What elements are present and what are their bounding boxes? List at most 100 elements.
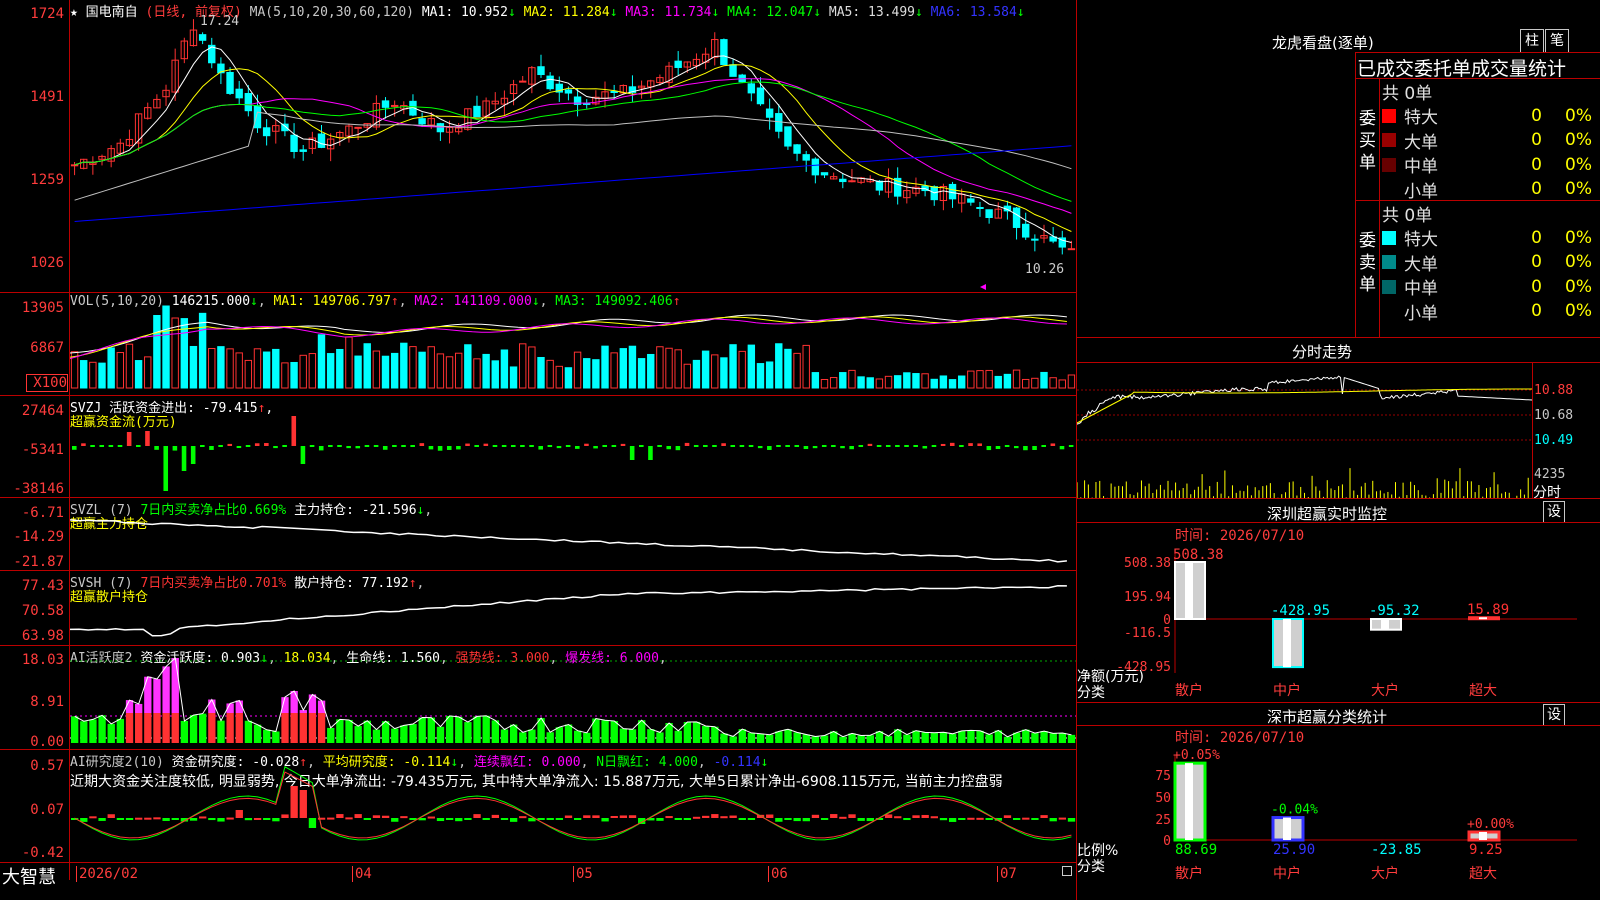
ma-line-6 (74, 145, 1072, 222)
research-bar (491, 814, 500, 818)
research-bar (738, 818, 746, 820)
classify-bottom-label: 9.25 (1469, 842, 1503, 858)
sell-row-name: 大单 (1404, 254, 1438, 275)
classify-settings-button[interactable]: 设 (1543, 704, 1565, 726)
research-bar (692, 816, 701, 819)
volume-bar (427, 346, 435, 389)
activity-bar (391, 728, 399, 743)
flow-bar (1050, 443, 1056, 446)
main-holding-chart[interactable] (70, 498, 1076, 570)
lock-icon[interactable] (1062, 866, 1072, 876)
activity-bar (766, 734, 774, 743)
candle-body (967, 198, 975, 203)
classify-xlabel: 分类 (1077, 859, 1105, 875)
activity-bar (409, 723, 417, 743)
ai-research-chart[interactable] (70, 750, 1076, 862)
activity-bar (473, 716, 481, 743)
classify-category-label: 散户 (1175, 865, 1203, 882)
flow-dash (401, 445, 406, 447)
dragon-subtitle: 已成交委托单成交量统计 (1357, 58, 1567, 80)
candle-body (1031, 238, 1039, 241)
volume-bar (674, 349, 682, 389)
volume-bar (839, 372, 847, 389)
intraday-chart[interactable] (1077, 363, 1532, 498)
ma-line-3 (74, 78, 1072, 214)
tick-mode-button[interactable]: 笔 (1545, 29, 1569, 53)
volume-bar (775, 343, 783, 389)
research-bar (555, 818, 564, 820)
volume-bar (372, 350, 381, 389)
activity-bar (455, 716, 463, 743)
activity-bar (903, 734, 911, 743)
candle-body (976, 207, 984, 210)
volume-bar (299, 354, 307, 389)
flow-bar (254, 443, 260, 446)
flow-bar (456, 446, 461, 450)
volume-bar (546, 359, 554, 389)
candle-body (729, 64, 737, 77)
monitor-value-label: -428.95 (1271, 603, 1330, 619)
sell-total: 共 0单 (1382, 206, 1433, 226)
research-bar (253, 817, 262, 820)
ai1-axis-1: 18.03 (21, 652, 64, 668)
candle-body (610, 91, 618, 94)
volume-bar (491, 360, 499, 389)
research-bar (327, 817, 335, 820)
activity-bar (244, 720, 253, 743)
flow-bar (1013, 446, 1019, 449)
fund-flow-chart[interactable] (70, 396, 1076, 497)
volume-bar (89, 361, 97, 389)
candle-body (390, 104, 399, 107)
flow-dash (410, 445, 415, 447)
retail-holding-chart[interactable] (70, 571, 1076, 645)
candle-body (518, 80, 527, 83)
sell-row: 特大 0 0% (1382, 225, 1600, 250)
bar-mode-button[interactable]: 柱 (1520, 29, 1544, 53)
volume-bar (464, 344, 472, 389)
buy-row-value: 0 (1531, 154, 1542, 175)
volume-bar (985, 369, 993, 389)
monitor-settings-button[interactable]: 设 (1543, 501, 1565, 523)
volume-bar (857, 376, 865, 389)
flow-bar (620, 443, 626, 446)
buy-total: 共 0单 (1382, 84, 1433, 104)
activity-bar (720, 733, 728, 743)
volume-bar (573, 351, 582, 389)
monitor-chart[interactable]: 508.38195.940-116.5-428.95508.38-428.95-… (1077, 523, 1600, 703)
research-bar (473, 814, 481, 818)
ai-activity-chart[interactable] (70, 646, 1076, 749)
volume-chart[interactable] (70, 293, 1076, 395)
flow-bar (556, 446, 562, 449)
research-bar (272, 818, 280, 822)
buy-row: 小单 0 0% (1382, 177, 1600, 202)
volume-bar (1021, 378, 1030, 389)
volume-bar (1067, 374, 1076, 389)
volume-bar (217, 346, 225, 389)
volume-bar (208, 347, 216, 389)
candle-body (720, 39, 728, 66)
candle-body (1012, 207, 1021, 228)
research-bar (391, 818, 399, 822)
flow-bar (446, 446, 452, 450)
volume-bar (107, 347, 115, 389)
flow-dash (639, 445, 644, 447)
flow-bar (977, 443, 982, 446)
volume-bar (939, 375, 948, 389)
flow-dash (1004, 445, 1010, 447)
activity-bar (702, 725, 710, 743)
volume-bar (555, 365, 563, 389)
volume-bar (482, 353, 490, 389)
volume-bar (619, 348, 628, 389)
activity-bar (235, 713, 243, 743)
flow-bar (264, 443, 269, 446)
app-logo[interactable]: 大智慧 (2, 863, 56, 889)
classify-chart[interactable]: 75 50 25 0 +0.05% 88.69 -0.04% 25.90 -23.85 +0.00… (1077, 726, 1600, 900)
volume-bar (820, 378, 829, 389)
flow-bar (803, 446, 809, 450)
main-chart-area[interactable]: ★ 国电南自 (日线, 前复权) MA(5,10,20,30,60,120) M… (0, 0, 1077, 900)
research-bar (894, 816, 902, 819)
kline-chart[interactable] (70, 0, 1076, 292)
activity-bar (583, 732, 591, 743)
volume-bar (153, 315, 161, 389)
flow-dash (90, 445, 95, 447)
